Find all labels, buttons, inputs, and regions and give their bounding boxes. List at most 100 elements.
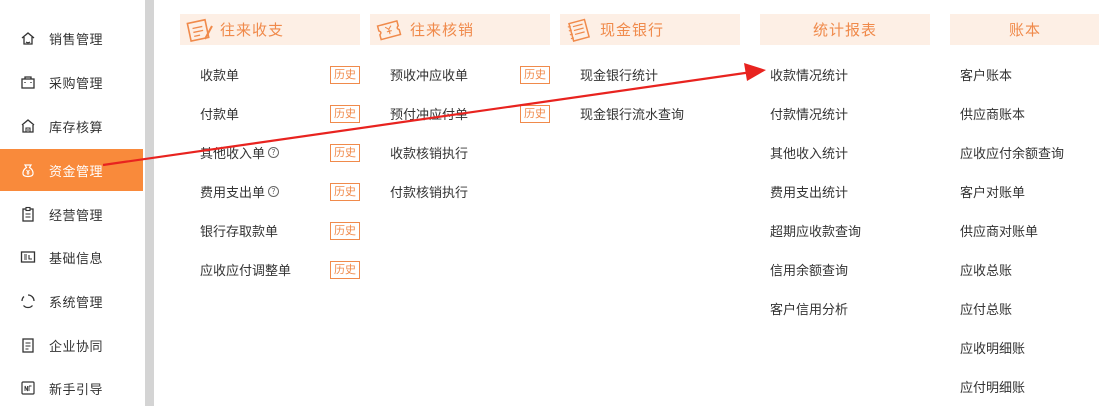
header-title: 往来核销 <box>410 21 475 39</box>
sidebar-item-guide[interactable]: 新手引导 <box>0 368 143 408</box>
id-card-icon <box>20 249 36 265</box>
sidebar: 销售管理 采购管理 库存核算 资金管理 经营管理 基础信息 系统管理 企业协同 … <box>0 0 143 406</box>
menu-item-bank-deposit[interactable]: 银行存取款单 <box>200 219 278 241</box>
help-icon[interactable]: ? <box>268 146 280 158</box>
home-icon <box>20 30 36 46</box>
menu-item-adjustment[interactable]: 应收应付调整单 <box>200 258 291 280</box>
loading-icon <box>20 293 36 309</box>
document-icon <box>20 337 36 353</box>
header-hexiao: 往来核销 <box>370 14 550 45</box>
sidebar-item-collaboration[interactable]: 企业协同 <box>0 325 143 365</box>
menu-item-label: 应付明细账 <box>960 380 1026 396</box>
receipt-pen-icon <box>180 14 220 45</box>
sidebar-item-label: 系统管理 <box>49 295 104 311</box>
history-button[interactable]: 历史 <box>330 105 360 123</box>
history-button[interactable]: 历史 <box>520 105 550 123</box>
history-button[interactable]: 历史 <box>330 183 360 201</box>
menu-item-bank-stats[interactable]: 现金银行统计 <box>580 63 658 85</box>
sidebar-item-label: 经营管理 <box>49 208 104 224</box>
menu-item-other-income-stats[interactable]: 其他收入统计 <box>770 141 848 163</box>
menu-item-label: 收款核销执行 <box>390 146 469 162</box>
menu-item-supplier-statement[interactable]: 供应商对账单 <box>960 219 1038 241</box>
history-button[interactable]: 历史 <box>330 222 360 240</box>
menu-item-payment-writeoff[interactable]: 付款核销执行 <box>390 180 468 202</box>
sidebar-item-label: 采购管理 <box>49 76 104 92</box>
header-title: 现金银行 <box>600 21 665 39</box>
menu-item-label: 现金银行流水查询 <box>580 107 685 123</box>
menu-item-expense[interactable]: 费用支出单? <box>200 180 280 202</box>
menu-item-advance-payment-offset[interactable]: 预付冲应付单 <box>390 102 468 124</box>
annotation-arrow <box>102 63 766 167</box>
menu-item-expense-stats[interactable]: 费用支出统计 <box>770 180 848 202</box>
menu-item-label: 费用支出统计 <box>770 185 849 201</box>
header-wanglai: 往来收支 <box>180 14 360 45</box>
menu-item-label: 银行存取款单 <box>200 224 279 240</box>
menu-item-receipt-writeoff[interactable]: 收款核销执行 <box>390 141 468 163</box>
help-icon[interactable]: ? <box>268 185 280 197</box>
clipboard-icon <box>20 206 36 222</box>
menu-item-label: 预付冲应付单 <box>390 107 469 123</box>
menu-item-payable-detail[interactable]: 应付明细账 <box>960 375 1025 397</box>
sidebar-item-label: 企业协同 <box>49 339 104 355</box>
menu-item-customer-ledger[interactable]: 客户账本 <box>960 63 1012 85</box>
menu-item-label: 收款情况统计 <box>770 68 849 84</box>
menu-item-balance-query[interactable]: 应收应付余额查询 <box>960 141 1064 163</box>
menu-item-label: 其他收入单 <box>200 146 266 162</box>
menu-item-advance-receipt-offset[interactable]: 预收冲应收单 <box>390 63 468 85</box>
header-stats: 统计报表 <box>760 14 930 45</box>
sidebar-item-label: 销售管理 <box>49 32 104 48</box>
menu-item-credit-balance[interactable]: 信用余额查询 <box>770 258 848 280</box>
sidebar-item-label: 基础信息 <box>49 251 104 267</box>
header-title: 往来收支 <box>220 21 285 39</box>
header-bank: 现金银行 <box>560 14 740 45</box>
menu-item-label: 超期应收款查询 <box>770 224 862 240</box>
menu-item-label: 应收应付调整单 <box>200 263 292 279</box>
new-badge-icon <box>20 380 36 396</box>
menu-item-customer-statement[interactable]: 客户对账单 <box>960 180 1025 202</box>
menu-item-label: 信用余额查询 <box>770 263 849 279</box>
menu-item-receipt[interactable]: 收款单 <box>200 63 239 85</box>
menu-item-receivable-detail[interactable]: 应收明细账 <box>960 336 1025 358</box>
menu-item-other-income[interactable]: 其他收入单? <box>200 141 280 163</box>
menu-item-overdue-query[interactable]: 超期应收款查询 <box>770 219 861 241</box>
history-button[interactable]: 历史 <box>330 144 360 162</box>
ticket-icon <box>370 14 410 45</box>
menu-item-label: 费用支出单 <box>200 185 266 201</box>
menu-item-payment-stats[interactable]: 付款情况统计 <box>770 102 848 124</box>
menu-item-label: 现金银行统计 <box>580 68 659 84</box>
menu-item-label: 付款单 <box>200 107 240 123</box>
history-button[interactable]: 历史 <box>330 66 360 84</box>
sidebar-item-label: 新手引导 <box>49 382 104 398</box>
history-button[interactable]: 历史 <box>330 261 360 279</box>
sidebar-item-label: 资金管理 <box>49 164 104 180</box>
sidebar-item-label: 库存核算 <box>49 120 104 136</box>
sidebar-item-basic-info[interactable]: 基础信息 <box>0 237 143 277</box>
menu-item-bank-flow[interactable]: 现金银行流水查询 <box>580 102 684 124</box>
menu-item-label: 供应商对账单 <box>960 224 1039 240</box>
history-button[interactable]: 历史 <box>520 66 550 84</box>
header-title: 账本 <box>1008 21 1041 39</box>
menu-item-credit-analysis[interactable]: 客户信用分析 <box>770 297 848 319</box>
header-ledger: 账本 <box>950 14 1099 45</box>
menu-item-label: 客户对账单 <box>960 185 1026 201</box>
sidebar-item-inventory[interactable]: 库存核算 <box>0 106 143 146</box>
sidebar-item-purchase[interactable]: 采购管理 <box>0 62 143 102</box>
sidebar-item-operations[interactable]: 经营管理 <box>0 194 143 234</box>
sidebar-item-funds[interactable]: 资金管理 <box>0 149 143 191</box>
menu-item-label: 收款单 <box>200 68 240 84</box>
menu-item-label: 应收明细账 <box>960 341 1026 357</box>
menu-item-label: 客户信用分析 <box>770 302 849 318</box>
menu-item-payment[interactable]: 付款单 <box>200 102 239 124</box>
sidebar-scrollbar[interactable] <box>143 0 156 406</box>
menu-item-label: 客户账本 <box>960 68 1013 84</box>
menu-item-label: 其他收入统计 <box>770 146 849 162</box>
menu-item-supplier-ledger[interactable]: 供应商账本 <box>960 102 1025 124</box>
menu-item-payable-general[interactable]: 应付总账 <box>960 297 1012 319</box>
menu-item-receivable-general[interactable]: 应收总账 <box>960 258 1012 280</box>
notebook-icon <box>560 14 600 45</box>
menu-item-label: 应收总账 <box>960 263 1013 279</box>
money-bag-icon <box>20 162 36 178</box>
sidebar-item-sales[interactable]: 销售管理 <box>0 18 143 58</box>
sidebar-item-system[interactable]: 系统管理 <box>0 281 143 321</box>
menu-item-receipt-stats[interactable]: 收款情况统计 <box>770 63 848 85</box>
